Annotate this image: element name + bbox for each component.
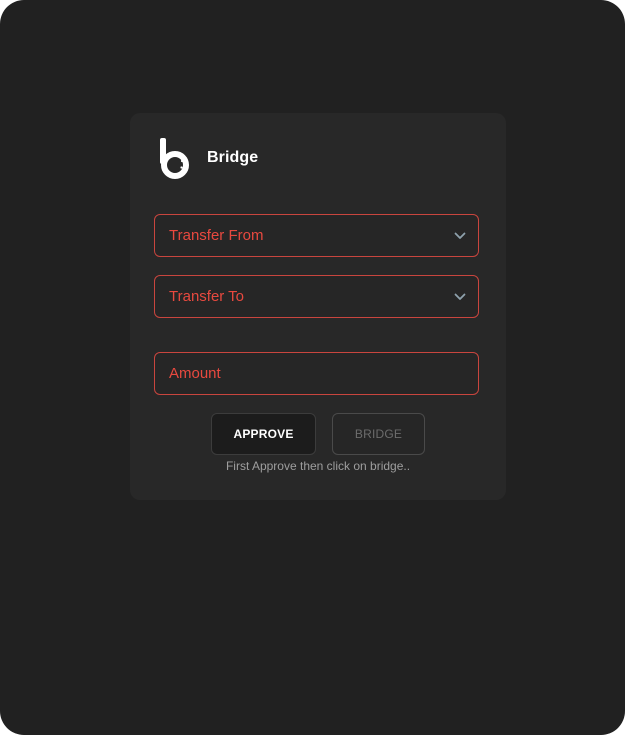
transfer-from-select[interactable]: Transfer From bbox=[154, 214, 479, 257]
chevron-down-icon bbox=[454, 232, 466, 239]
brand-title: Bridge bbox=[207, 149, 259, 166]
amount-input[interactable]: Amount bbox=[154, 352, 479, 395]
transfer-from-label: Transfer From bbox=[169, 227, 264, 244]
approve-hint-text: First Approve then click on bridge.. bbox=[225, 459, 411, 473]
bridge-b-logo-icon bbox=[160, 138, 189, 179]
amount-placeholder: Amount bbox=[169, 365, 221, 382]
action-buttons: APPROVE BRIDGE bbox=[130, 413, 506, 455]
approve-button[interactable]: APPROVE bbox=[211, 413, 316, 455]
transfer-to-select[interactable]: Transfer To bbox=[154, 275, 479, 318]
transfer-to-label: Transfer To bbox=[169, 288, 245, 305]
bridge-button[interactable]: BRIDGE bbox=[332, 413, 425, 455]
chevron-down-icon bbox=[454, 293, 466, 300]
app-window: Bridge Transfer From Transfer To Amount … bbox=[0, 0, 625, 735]
card-header: Bridge bbox=[158, 137, 258, 179]
bridge-card: Bridge Transfer From Transfer To Amount … bbox=[130, 113, 506, 500]
